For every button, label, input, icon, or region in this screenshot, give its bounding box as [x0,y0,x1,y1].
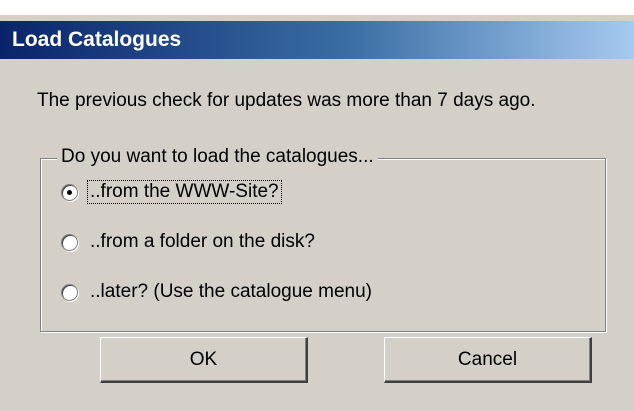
option-label-www-site[interactable]: ..from the WWW-Site? [87,180,282,204]
option-label-later[interactable]: ..later? (Use the catalogue menu) [88,281,374,303]
radio-button-icon[interactable] [61,233,78,251]
option-label-folder[interactable]: ..from a folder on the disk? [88,231,317,253]
radio-option-folder[interactable]: ..from a folder on the disk? [61,231,317,253]
radio-dot-icon [67,189,72,195]
update-message: The previous check for updates was more … [37,90,536,111]
radio-button-icon[interactable] [61,283,78,301]
cancel-button[interactable]: Cancel [384,337,592,383]
load-options-group: Do you want to load the catalogues... ..… [40,146,606,332]
radio-button-icon-selected[interactable] [61,183,78,201]
dialog-title: Load Catalogues [12,28,182,51]
load-catalogues-dialog: Load Catalogues The previous check for u… [0,14,634,411]
dialog-title-bar[interactable]: Load Catalogues [0,21,634,59]
ok-button[interactable]: OK [100,337,308,383]
group-label: Do you want to load the catalogues... [57,146,378,168]
radio-option-www-site[interactable]: ..from the WWW-Site? [61,180,282,204]
radio-option-later[interactable]: ..later? (Use the catalogue menu) [61,281,374,303]
